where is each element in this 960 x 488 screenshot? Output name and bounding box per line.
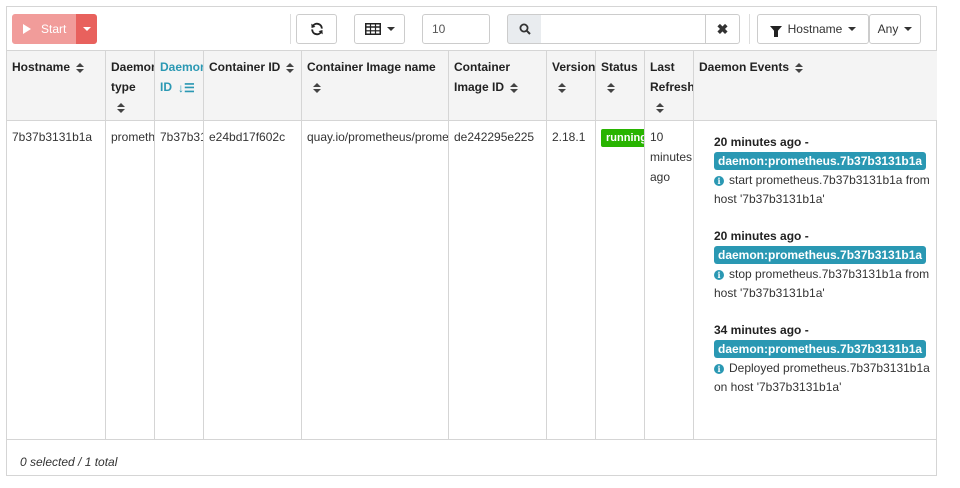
info-icon: i xyxy=(714,175,724,186)
column-header-last-refreshed[interactable]: Last Refreshed xyxy=(645,51,694,121)
column-header-container-image-name[interactable]: Container Image name xyxy=(302,51,449,121)
chevron-down-icon xyxy=(386,27,395,31)
column-header-label: Container Image name xyxy=(307,60,436,74)
columns-toggle-button[interactable] xyxy=(354,14,405,44)
chevron-down-icon xyxy=(904,27,913,31)
toolbar-divider xyxy=(749,14,750,44)
cell-last-refreshed: 10 minutes ago xyxy=(645,121,694,439)
cell-hostname: 7b37b3131b1a xyxy=(7,121,106,439)
column-header-label: Container ID xyxy=(209,60,281,74)
cell-container-image-name: quay.io/prometheus/prometheus:v2.18.1 xyxy=(302,121,449,439)
filter-field-dropdown[interactable]: Hostname xyxy=(757,14,869,44)
table-toolbar: Start 10 ✖ Hostname Any xyxy=(7,7,936,51)
cell-version: 2.18.1 xyxy=(547,121,596,439)
cell-daemon-events: 20 minutes ago - daemon:prometheus.7b37b… xyxy=(694,121,937,439)
clear-search-button[interactable]: ✖ xyxy=(705,14,740,44)
column-header-label: Last Refreshed xyxy=(650,60,694,94)
column-header-container-image-id[interactable]: Container Image ID xyxy=(449,51,547,121)
close-icon: ✖ xyxy=(716,20,729,37)
list-item: 34 minutes ago - daemon:prometheus.7b37b… xyxy=(714,321,934,397)
chevron-down-icon xyxy=(848,27,857,31)
event-message: i Deployed prometheus.7b37b3131b1a on hos… xyxy=(714,359,934,397)
info-icon: i xyxy=(714,363,724,374)
sort-icon xyxy=(656,102,664,113)
cell-daemon-type: prometheus xyxy=(106,121,155,439)
table-row[interactable]: 7b37b3131b1a prometheus 7b37b3131b1a e24… xyxy=(7,121,937,439)
list-item: 20 minutes ago - daemon:prometheus.7b37b… xyxy=(714,227,934,303)
page-size-input[interactable] xyxy=(422,14,490,44)
sort-ascending-icon: ↓☰ xyxy=(178,80,195,95)
event-time: 20 minutes ago - xyxy=(714,135,809,149)
column-header-status[interactable]: Status xyxy=(596,51,645,121)
refresh-button[interactable] xyxy=(296,14,337,44)
column-header-version[interactable]: Version xyxy=(547,51,596,121)
status-badge: running xyxy=(601,129,644,147)
column-header-label: Status xyxy=(601,60,638,74)
column-header-label: Daemon Events xyxy=(699,60,790,74)
daemons-panel: Start 10 ✖ Hostname Any Hostname Daemon … xyxy=(6,6,937,476)
sort-icon xyxy=(558,82,566,93)
sort-icon xyxy=(286,62,295,73)
event-time: 34 minutes ago - xyxy=(714,323,809,337)
sort-icon xyxy=(117,102,125,113)
selection-summary: 0 selected / 1 total xyxy=(20,455,118,469)
search-input[interactable] xyxy=(541,14,706,44)
start-dropdown-toggle[interactable] xyxy=(76,14,97,44)
column-header-daemon-type[interactable]: Daemon type xyxy=(106,51,155,121)
search-icon xyxy=(519,23,531,35)
daemons-table: Hostname Daemon type Daemon ID ↓☰ Contain… xyxy=(7,50,937,469)
column-header-container-id[interactable]: Container ID xyxy=(204,51,302,121)
table-footer: 0 selected / 1 total xyxy=(7,439,937,479)
column-header-daemon-id[interactable]: Daemon ID ↓☰ xyxy=(155,51,204,121)
event-tag: daemon:prometheus.7b37b3131b1a xyxy=(714,340,927,358)
play-icon xyxy=(23,24,31,34)
column-header-label: Hostname xyxy=(12,60,71,74)
column-header-label: Container Image ID xyxy=(454,60,511,94)
sort-icon xyxy=(607,82,615,93)
event-tag: daemon:prometheus.7b37b3131b1a xyxy=(714,152,927,170)
toolbar-divider xyxy=(290,14,291,44)
event-message-text: stop prometheus.7b37b3131b1a from host '… xyxy=(714,267,930,300)
start-button[interactable]: Start xyxy=(12,14,76,44)
table-columns-icon xyxy=(364,23,381,35)
table-header: Hostname Daemon type Daemon ID ↓☰ Contain… xyxy=(7,51,937,121)
column-header-daemon-events[interactable]: Daemon Events xyxy=(694,51,937,121)
event-tag: daemon:prometheus.7b37b3131b1a xyxy=(714,246,927,264)
column-header-hostname[interactable]: Hostname xyxy=(7,51,106,121)
filter-value-dropdown[interactable]: Any xyxy=(869,14,921,44)
event-time: 20 minutes ago - xyxy=(714,229,809,243)
filter-field-label: Hostname xyxy=(787,22,843,36)
cell-daemon-id: 7b37b3131b1a xyxy=(155,121,204,439)
info-icon: i xyxy=(714,269,724,280)
sort-icon xyxy=(510,82,519,93)
chevron-down-icon xyxy=(82,27,91,31)
search-addon xyxy=(507,14,542,44)
filter-icon xyxy=(769,25,782,37)
filter-value-label: Any xyxy=(877,22,899,36)
event-message: i start prometheus.7b37b3131b1a from host… xyxy=(714,171,934,209)
start-button-label: Start xyxy=(41,22,67,36)
daemon-events-list: 20 minutes ago - daemon:prometheus.7b37b… xyxy=(714,133,934,415)
column-header-label: Daemon type xyxy=(111,60,155,94)
column-header-label: Version xyxy=(552,60,596,74)
sort-icon xyxy=(76,62,85,73)
event-message-text: start prometheus.7b37b3131b1a from host … xyxy=(714,173,930,206)
cell-container-image-id: de242295e225 xyxy=(449,121,547,439)
refresh-icon xyxy=(310,22,323,36)
cell-container-id: e24bd17f602c xyxy=(204,121,302,439)
sort-icon xyxy=(313,82,321,93)
cell-status: running xyxy=(596,121,645,439)
event-message-text: Deployed prometheus.7b37b3131b1a on host… xyxy=(714,361,930,394)
event-message: i stop prometheus.7b37b3131b1a from host … xyxy=(714,265,934,303)
list-item: 20 minutes ago - daemon:prometheus.7b37b… xyxy=(714,133,934,209)
sort-icon xyxy=(795,62,804,73)
